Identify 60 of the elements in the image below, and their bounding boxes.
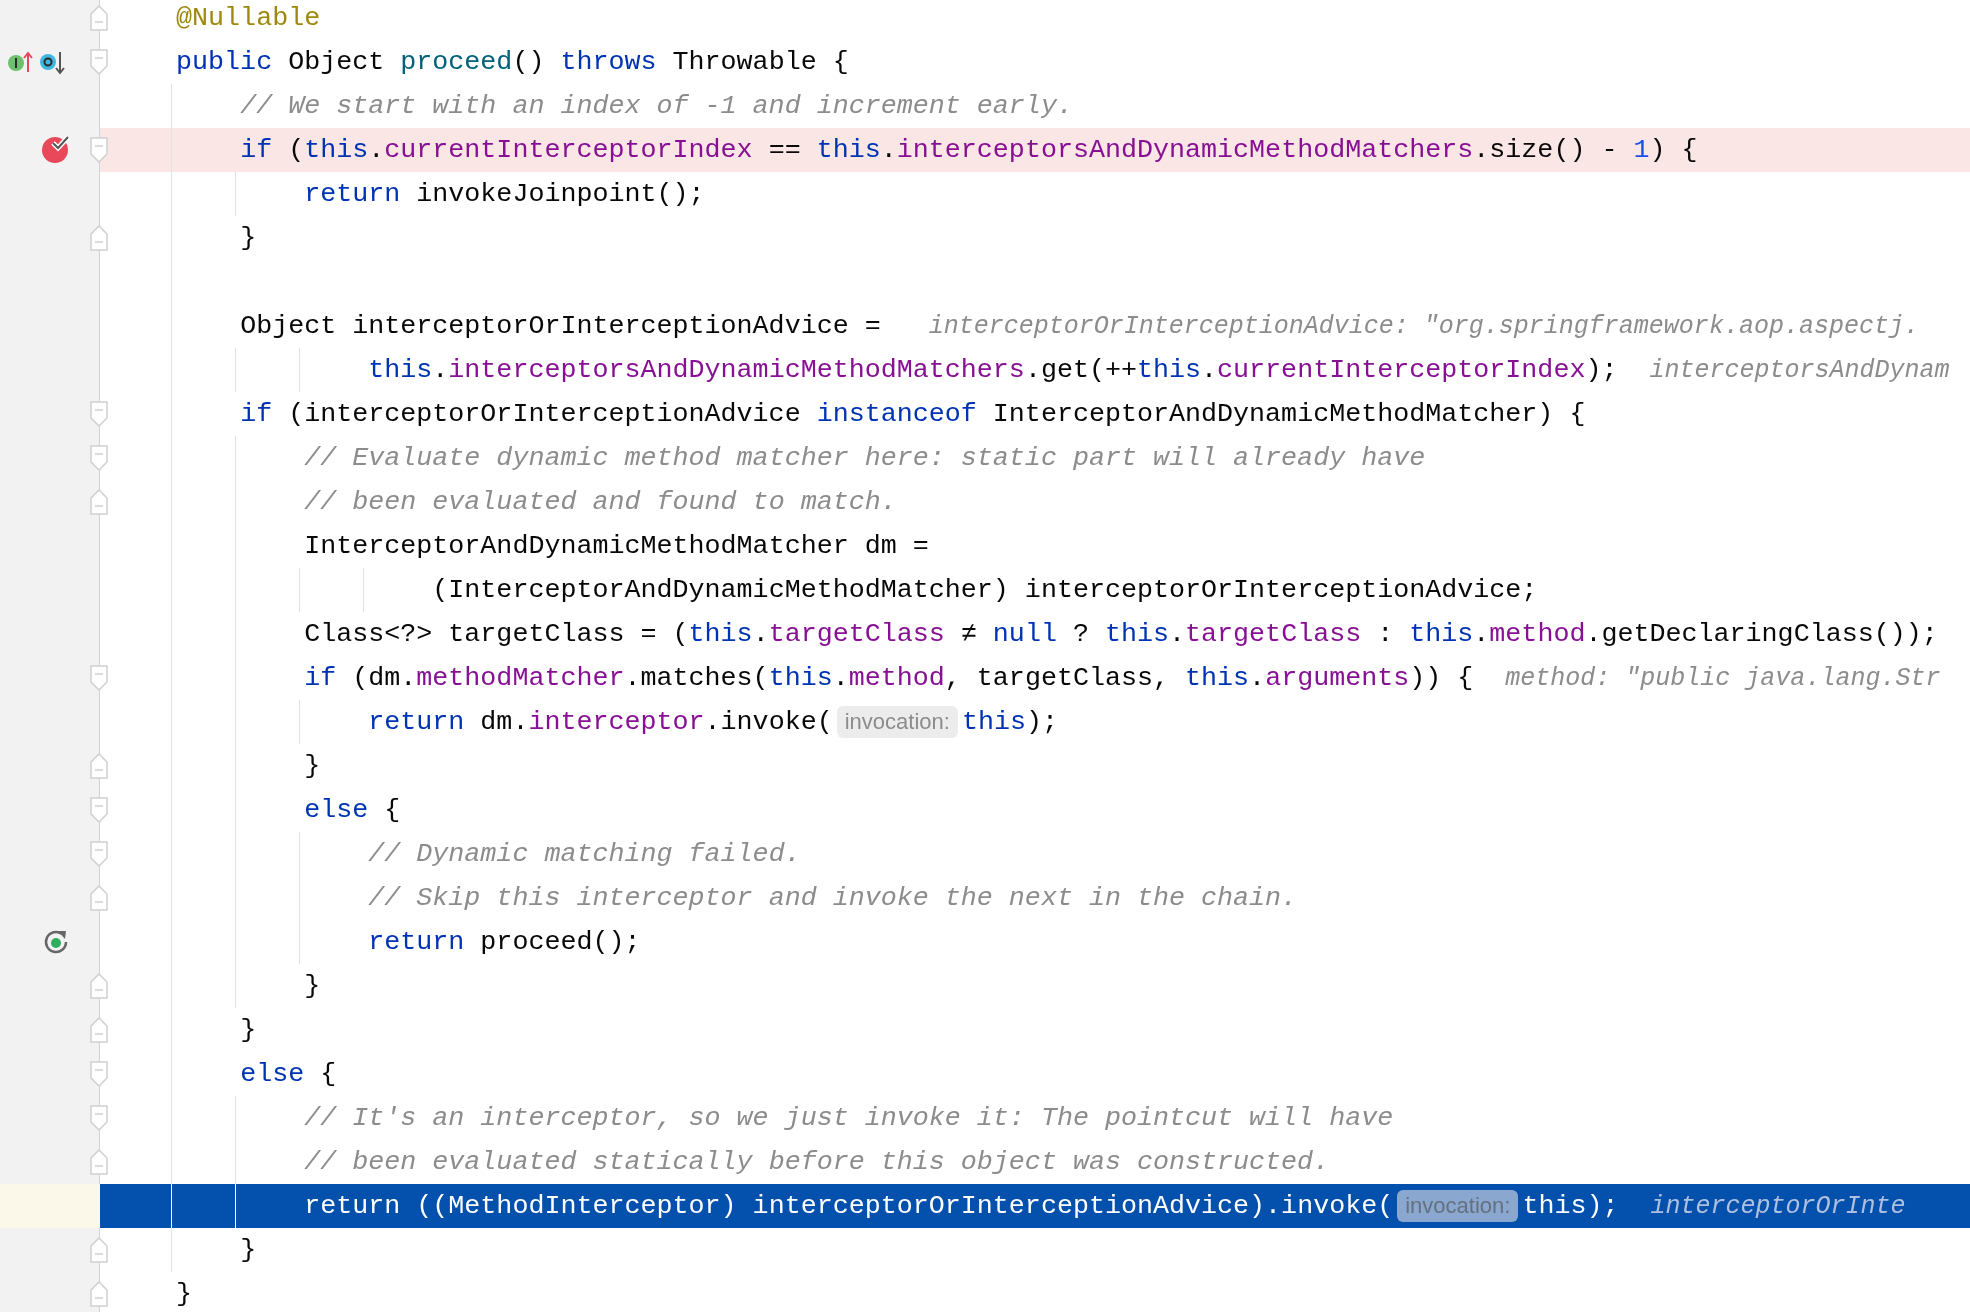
code-text: return proceed(); bbox=[368, 928, 641, 956]
code-text: else { bbox=[240, 1060, 337, 1088]
code-comment: // been evaluated statically before this object was constructed. bbox=[304, 1148, 1330, 1176]
code-text: } bbox=[304, 752, 321, 780]
code-comment: // It's an interceptor, so we just invoke it: The pointcut will have bbox=[304, 1104, 1394, 1132]
code-comment: // Dynamic matching failed. bbox=[368, 840, 801, 868]
inline-value-hint: interceptorOrInte bbox=[1650, 1193, 1906, 1219]
code-comment: // been evaluated and found to match. bbox=[304, 488, 897, 516]
code-comment: // Evaluate dynamic method matcher here: static part will already have bbox=[304, 444, 1426, 472]
code-text: if (this.currentInterceptorIndex == this.interceptorsAndDynamicMethodMatchers.size() - 1) { bbox=[240, 136, 1698, 164]
inline-value-hint: interceptorsAndDynam bbox=[1649, 357, 1950, 383]
fold-marker-icon[interactable] bbox=[90, 1017, 108, 1043]
fold-marker-icon[interactable] bbox=[90, 1149, 108, 1175]
implements-icon[interactable] bbox=[7, 50, 35, 74]
fold-marker-icon[interactable] bbox=[90, 665, 108, 691]
code-text: this); bbox=[961, 708, 1058, 736]
code-text: this.interceptorsAndDynamicMethodMatchers.get(++this.currentInterceptorIndex); bbox=[368, 356, 1618, 384]
code-text: if (interceptorOrInterceptionAdvice instanceof InterceptorAndDynamicMethodMatcher) { bbox=[240, 400, 1586, 428]
code-text: } bbox=[240, 1016, 257, 1044]
code-text: this); bbox=[1522, 1192, 1619, 1220]
code-text: return dm.interceptor.invoke( bbox=[368, 708, 833, 736]
recursive-call-icon bbox=[43, 929, 69, 955]
fold-marker-icon[interactable] bbox=[90, 973, 108, 999]
code-comment: // Skip this interceptor and invoke the next in the chain. bbox=[368, 884, 1298, 912]
fold-marker-icon[interactable] bbox=[90, 401, 108, 427]
code-text: else { bbox=[304, 796, 401, 824]
fold-marker-icon[interactable] bbox=[90, 1061, 108, 1087]
code-text: if (dm.methodMatcher.matches(this.method, targetClass, this.arguments)) { bbox=[304, 664, 1474, 692]
code-comment: // We start with an index of -1 and increment early. bbox=[240, 92, 1073, 120]
inline-value-hint: interceptorOrInterceptionAdvice: "org.springframework.aop.aspectj. bbox=[928, 313, 1919, 339]
code-text: } bbox=[240, 1236, 257, 1264]
breakpoint-icon[interactable] bbox=[41, 134, 71, 164]
fold-marker-icon[interactable] bbox=[90, 797, 108, 823]
code-text: return ((MethodInterceptor) interceptorOrInterceptionAdvice).invoke( bbox=[304, 1192, 1394, 1220]
code-text: Object interceptorOrInterceptionAdvice = bbox=[240, 312, 882, 340]
fold-marker-icon[interactable] bbox=[90, 885, 108, 911]
fold-marker-icon[interactable] bbox=[90, 1281, 108, 1307]
overridden-icon[interactable] bbox=[39, 50, 67, 76]
fold-marker-icon[interactable] bbox=[90, 445, 108, 471]
code-text: (InterceptorAndDynamicMethodMatcher) interceptorOrInterceptionAdvice; bbox=[432, 576, 1538, 604]
inline-value-hint: method: "public java.lang.Str bbox=[1505, 665, 1941, 691]
fold-marker-icon[interactable] bbox=[90, 1237, 108, 1263]
fold-marker-icon[interactable] bbox=[90, 489, 108, 515]
code-text: public Object proceed() throws Throwable { bbox=[176, 48, 849, 76]
fold-marker-icon[interactable] bbox=[90, 225, 108, 251]
parameter-hint: invocation: bbox=[1397, 1190, 1519, 1222]
fold-marker-icon[interactable] bbox=[90, 1105, 108, 1131]
code-text: InterceptorAndDynamicMethodMatcher dm = bbox=[304, 532, 929, 560]
fold-marker-icon[interactable] bbox=[90, 137, 108, 163]
code-text: return invokeJoinpoint(); bbox=[304, 180, 705, 208]
code-text: } bbox=[304, 972, 321, 1000]
code-text: Class<?> targetClass = (this.targetClass ≠ null ? this.targetClass : this.method.getDeclaringClass()); bbox=[304, 620, 1938, 648]
code-text: } bbox=[176, 1280, 193, 1308]
fold-marker-icon[interactable] bbox=[90, 49, 108, 75]
fold-marker-icon[interactable] bbox=[90, 841, 108, 867]
parameter-hint: invocation: bbox=[836, 706, 958, 738]
fold-marker-icon[interactable] bbox=[90, 753, 108, 779]
code-text: } bbox=[240, 224, 257, 252]
fold-marker-icon[interactable] bbox=[90, 5, 108, 31]
code-text: @Nullable bbox=[176, 4, 321, 32]
